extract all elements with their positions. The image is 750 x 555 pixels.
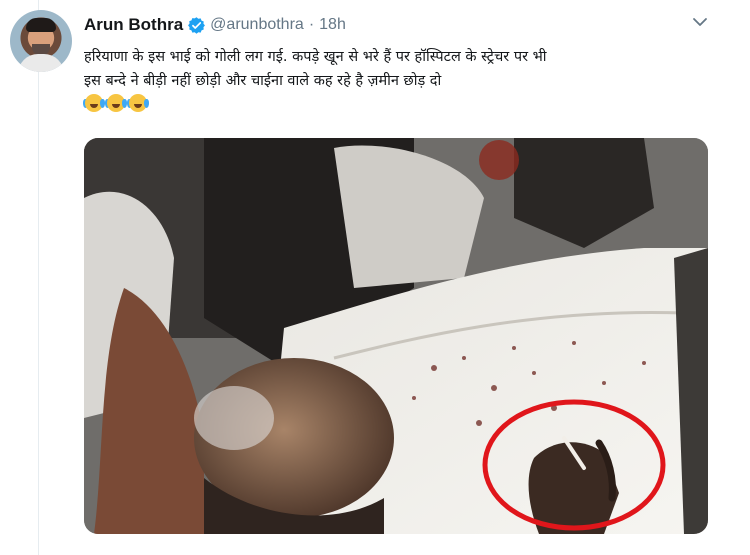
face-with-tears-of-joy-icon: [105, 93, 127, 113]
tweet-header: Arun Bothra @arunbothra · 18h: [84, 14, 346, 36]
avatar[interactable]: [10, 10, 72, 72]
author-name[interactable]: Arun Bothra: [84, 15, 183, 35]
tweet-text-line-1: हरियाणा के इस भाई को गोली लग गई. कपड़े ख…: [84, 49, 547, 65]
avatar-shirt: [18, 54, 64, 72]
avatar-hair: [26, 18, 56, 32]
verified-badge-icon: [188, 16, 206, 34]
emoji-row: [83, 93, 724, 113]
media-photo: [84, 138, 708, 534]
tweet-text: हरियाणा के इस भाई को गोली लग गई. कपड़े ख…: [83, 45, 724, 113]
face-with-tears-of-joy-icon: [127, 93, 149, 113]
tweet-media-image[interactable]: [84, 138, 708, 534]
face-with-tears-of-joy-icon: [83, 93, 105, 113]
chevron-down-icon[interactable]: [688, 12, 712, 32]
tweet-text-line-2: इस बन्दे ने बीड़ी नहीं छोड़ी और चाईना वा…: [84, 73, 442, 89]
timeline-divider: [38, 0, 39, 555]
tweet-timestamp[interactable]: 18h: [319, 16, 346, 34]
separator-dot: ·: [308, 16, 315, 33]
author-handle[interactable]: @arunbothra: [210, 16, 304, 34]
